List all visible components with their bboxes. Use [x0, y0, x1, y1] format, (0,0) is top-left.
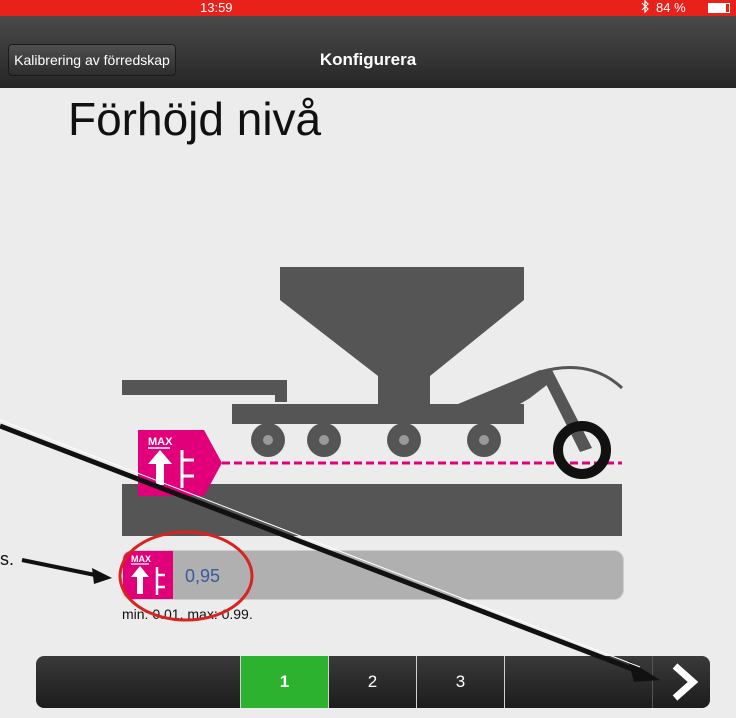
badge-label: MAX	[131, 554, 151, 564]
step-1[interactable]: 1	[240, 656, 328, 708]
seed-wheels	[251, 423, 501, 457]
arm-shape	[458, 370, 556, 404]
drill-illustration: MAX	[122, 267, 624, 536]
step-divider	[504, 656, 505, 708]
step-3[interactable]: 3	[416, 656, 504, 708]
badge-label: MAX	[148, 436, 173, 448]
level-input-field[interactable]: MAX 0,95	[122, 550, 624, 600]
step-indicator: 1 2 3	[36, 656, 710, 708]
hopper-shape	[280, 267, 524, 408]
chevron-right-icon	[672, 663, 699, 701]
drawbar-hitch	[275, 380, 287, 402]
max-level-icon: MAX	[123, 551, 173, 599]
step-2[interactable]: 2	[328, 656, 416, 708]
drawbar-shape	[122, 380, 282, 395]
range-hint: min: 0.01. max: 0.99.	[122, 606, 253, 622]
frame-shape	[232, 404, 524, 424]
level-value[interactable]: 0,95	[185, 551, 220, 599]
next-button[interactable]	[652, 656, 710, 708]
